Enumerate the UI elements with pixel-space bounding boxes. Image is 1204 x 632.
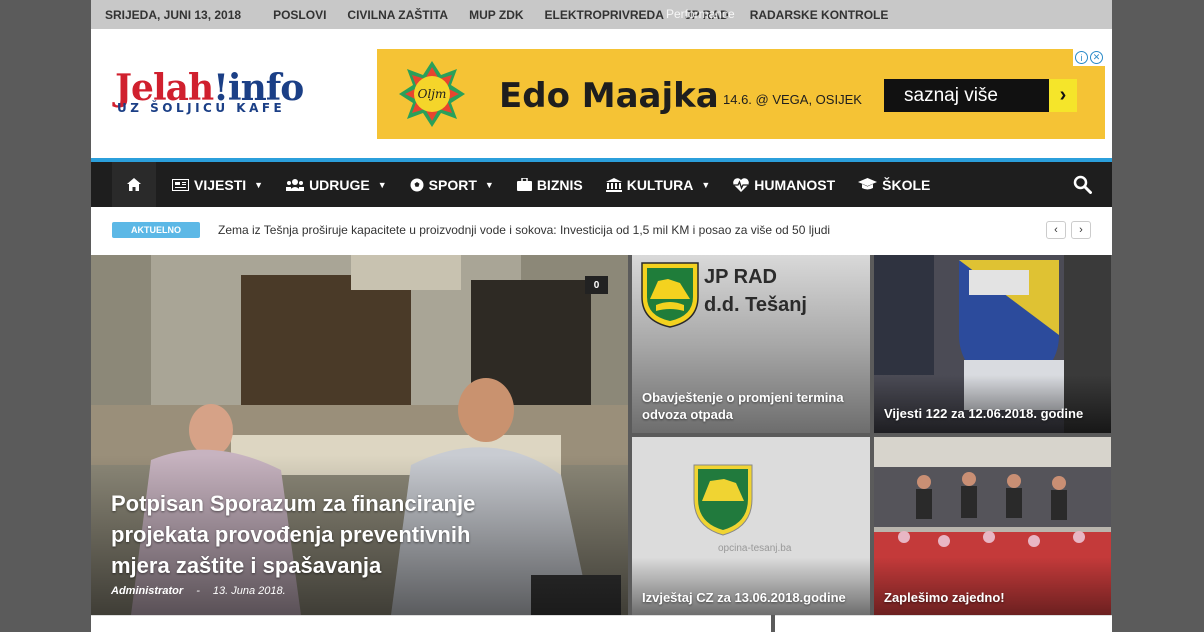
chevron-right-icon: › [1049, 79, 1077, 112]
comment-count-badge[interactable]: 0 [585, 276, 608, 294]
municipality-logo-icon [632, 437, 870, 615]
featured-date: 13. Juna 2018. [212, 585, 286, 597]
search-icon [1073, 175, 1092, 194]
meta-separator: - [196, 585, 200, 597]
jp-rad-image-text: JP RAD d.d. Tešanj [704, 263, 807, 319]
chevron-down-icon: ▼ [254, 179, 264, 190]
nav-item-label: UDRUGE [309, 176, 370, 193]
home-icon [127, 178, 141, 191]
featured-title[interactable]: Potpisan Sporazum za financiranje projek… [111, 488, 531, 581]
oljm-logo-icon: Oljm [399, 61, 465, 127]
nav-item-vijesti[interactable]: VIJESTI ▼ [172, 177, 263, 193]
article-tile[interactable]: Vijesti 122 za 12.06.2018. godine [874, 255, 1111, 433]
nav-item-kultura[interactable]: KULTURA ▼ [605, 176, 711, 193]
image-watermark: opcina-tesanj.ba [718, 543, 792, 554]
nav-item-skole[interactable]: ŠKOLE [858, 177, 930, 193]
nav-item-label: HUMANOST [754, 176, 836, 193]
image-text-line-2: d.d. Tešanj [704, 294, 807, 316]
dance-photo [874, 437, 1111, 615]
image-text-line-1: JP RAD [704, 266, 777, 288]
toplink-radarske-kontrole[interactable]: RADARSKE KONTROLE [750, 8, 889, 22]
ticker-next-button[interactable]: › [1071, 221, 1091, 239]
briefcase-icon [516, 178, 532, 191]
article-tile[interactable]: opcina-tesanj.ba Izvještaj CZ za 13.06.2… [632, 437, 870, 615]
heartbeat-icon [733, 177, 750, 192]
featured-meta: Administrator - 13. Juna 2018. [111, 585, 286, 597]
chevron-down-icon: ▼ [377, 179, 387, 190]
nav-item-label: KULTURA [626, 176, 694, 193]
soccer-ball-icon [410, 178, 424, 192]
performance-overlay: Performance [666, 7, 735, 21]
chevron-down-icon: ▼ [484, 179, 494, 190]
toplink-civilna-zastita[interactable]: CIVILNA ZAŠTITA [347, 8, 448, 22]
nav-item-udruge[interactable]: UDRUGE ▼ [286, 177, 387, 193]
nav-item-humanost[interactable]: HUMANOST [733, 177, 835, 193]
ticker-badge: AKTUELNO [112, 222, 200, 238]
tile-title[interactable]: Zaplešimo zajedno! [884, 590, 1005, 605]
newspaper-icon [172, 178, 189, 191]
article-tile[interactable]: JP RAD d.d. Tešanj Obavještenje o promje… [632, 255, 870, 433]
content-section-start [91, 615, 771, 632]
close-icon[interactable]: ✕ [1090, 51, 1103, 64]
adchoices[interactable]: i ✕ [1073, 49, 1105, 66]
nav-item-label: SPORT [428, 176, 477, 193]
site-header: Jelah!info UZ ŠOLJICU KAFE Oljm Edo Maaj… [91, 29, 1112, 158]
news-ticker: AKTUELNO Zema iz Tešnja proširuje kapaci… [91, 207, 1112, 255]
logo-tagline: UZ ŠOLJICU KAFE [117, 101, 286, 115]
advertisement-banner[interactable]: Oljm Edo Maajka 14.6. @ VEGA, OSIJEK saz… [377, 49, 1105, 139]
featured-author[interactable]: Administrator [111, 585, 183, 597]
users-icon [286, 178, 305, 191]
site-logo[interactable]: Jelah!info UZ ŠOLJICU KAFE [115, 70, 345, 121]
nav-item-label: ŠKOLE [882, 176, 931, 193]
sidebar-section-start [775, 615, 1112, 632]
toplink-elektroprivreda[interactable]: ELEKTROPRIVREDA [545, 8, 664, 22]
jp-rad-shield-icon [641, 262, 699, 328]
nav-home[interactable] [112, 162, 156, 207]
ad-cta-label: saznaj više [904, 84, 998, 106]
nav-item-label: BIZNIS [536, 176, 583, 193]
search-button[interactable] [1073, 175, 1092, 199]
main-nav: VIJESTI ▼ UDRUGE ▼ SPORT ▼ BIZNIS KULTUR… [91, 162, 1112, 207]
top-bar: SRIJEDA, JUNI 13, 2018 POSLOVI CIVILNA Z… [91, 0, 1112, 29]
current-date: SRIJEDA, JUNI 13, 2018 [105, 7, 242, 22]
ad-artist: Edo Maajka [499, 76, 719, 116]
tile-title[interactable]: Izvještaj CZ za 13.06.2018.godine [642, 590, 846, 605]
toplink-mup-zdk[interactable]: MUP ZDK [469, 8, 523, 22]
ad-brand-label: Oljm [418, 87, 447, 101]
nav-item-biznis[interactable]: BIZNIS [516, 176, 583, 193]
ad-event: 14.6. @ VEGA, OSIJEK [723, 92, 862, 107]
tile-title[interactable]: Obavještenje o promjeni termina odvoza o… [642, 389, 857, 423]
info-icon[interactable]: i [1075, 51, 1088, 64]
ad-cta-button[interactable]: saznaj više › [884, 79, 1077, 112]
museum-icon [605, 177, 622, 192]
ticker-prev-button[interactable]: ‹ [1046, 221, 1066, 239]
chevron-down-icon: ▼ [701, 179, 711, 190]
ticker-headline[interactable]: Zema iz Tešnja proširuje kapacitete u pr… [218, 223, 830, 237]
nav-item-sport[interactable]: SPORT ▼ [410, 177, 494, 193]
article-tile[interactable]: Zaplešimo zajedno! [874, 437, 1111, 615]
tile-title[interactable]: Vijesti 122 za 12.06.2018. godine [884, 406, 1083, 421]
toplink-poslovi[interactable]: POSLOVI [273, 8, 326, 22]
nav-item-label: VIJESTI [194, 176, 247, 193]
graduation-cap-icon [858, 178, 878, 191]
featured-article[interactable]: 0 Potpisan Sporazum za financiranje proj… [91, 255, 628, 615]
